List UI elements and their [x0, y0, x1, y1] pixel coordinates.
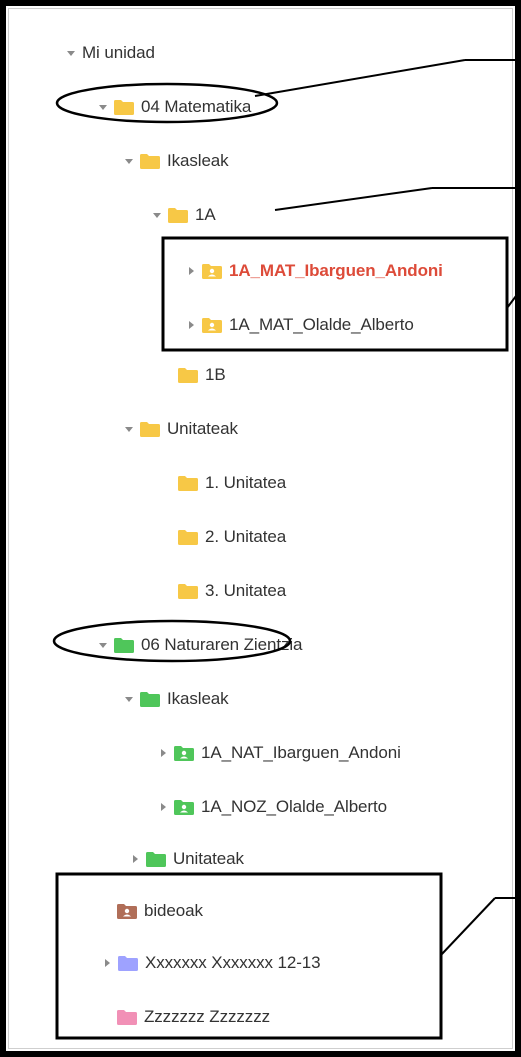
- tree-item-ikasleak-nat[interactable]: Ikasleak: [124, 686, 229, 712]
- collapsed-arrow-icon[interactable]: [186, 320, 196, 330]
- expanded-arrow-icon[interactable]: [124, 424, 134, 434]
- tree-item-1a-nat-ibarguen-andoni[interactable]: 1A_NAT_Ibarguen_Andoni: [158, 740, 401, 766]
- tree-item-label: Ikasleak: [167, 151, 229, 170]
- tree-item-label: 1A_MAT_Ibarguen_Andoni: [229, 261, 443, 280]
- shared-green-folder-icon: [174, 745, 194, 761]
- pink-folder-icon: [117, 1009, 137, 1025]
- tree-item-label: 1A_NAT_Ibarguen_Andoni: [201, 743, 401, 762]
- tree-item-mi-unidad[interactable]: Mi unidad: [66, 40, 155, 66]
- purple-folder-icon: [118, 955, 138, 971]
- yellow-folder-icon: [178, 529, 198, 545]
- expanded-arrow-icon[interactable]: [98, 640, 108, 650]
- tree-item-label: 1A_MAT_Olalde_Alberto: [229, 315, 414, 334]
- shared-brown-folder-icon: [117, 903, 137, 919]
- green-folder-icon: [114, 637, 134, 653]
- tree-item-label: Ikasleak: [167, 689, 229, 708]
- tree-item-label: bideoak: [144, 901, 203, 920]
- tree-item-label: Zzzzzzz Zzzzzzz: [144, 1007, 270, 1026]
- tree-item-1a-noz-olalde-alberto[interactable]: 1A_NOZ_Olalde_Alberto: [158, 794, 387, 820]
- tree-item-label: 1. Unitatea: [205, 473, 287, 492]
- tree-item-label: Unitateak: [167, 419, 238, 438]
- tree-item-unitateak-nat[interactable]: Unitateak: [130, 846, 244, 872]
- tree-item-label: 04 Matematika: [141, 97, 252, 116]
- tree-item-label: Unitateak: [173, 849, 244, 868]
- green-folder-icon: [140, 691, 160, 707]
- tree-item-zzzzzzz[interactable]: Zzzzzzz Zzzzzzz: [117, 1004, 270, 1030]
- collapsed-arrow-icon[interactable]: [158, 748, 168, 758]
- expanded-arrow-icon[interactable]: [152, 210, 162, 220]
- expanded-arrow-icon[interactable]: [124, 156, 134, 166]
- tree-item-ikasleak[interactable]: Ikasleak: [124, 148, 229, 174]
- tree-item-label: Xxxxxxx Xxxxxxx 12-13: [145, 953, 321, 972]
- expanded-arrow-icon[interactable]: [66, 48, 76, 58]
- tree-item-xxxxxxx[interactable]: Xxxxxxx Xxxxxxx 12-13: [102, 950, 321, 976]
- tree-item-1a-mat-olalde-alberto[interactable]: 1A_MAT_Olalde_Alberto: [186, 312, 414, 338]
- tree-item-1b[interactable]: 1B: [162, 362, 226, 388]
- yellow-folder-icon: [140, 153, 160, 169]
- expanded-arrow-icon[interactable]: [124, 694, 134, 704]
- tree-item-04-matematika[interactable]: 04 Matematika: [98, 94, 251, 120]
- tree-item-unitatea-3[interactable]: 3. Unitatea: [162, 578, 286, 604]
- yellow-folder-icon: [178, 475, 198, 491]
- tree-item-label: 06 Naturaren Zientzia: [141, 635, 303, 654]
- tree-item-label: 1A: [195, 205, 216, 224]
- yellow-folder-icon: [140, 421, 160, 437]
- tree-item-label: 3. Unitatea: [205, 581, 287, 600]
- collapsed-arrow-icon[interactable]: [130, 854, 140, 864]
- tree-item-unitateak[interactable]: Unitateak: [124, 416, 238, 442]
- collapsed-arrow-icon[interactable]: [102, 958, 112, 968]
- tree-item-label: 2. Unitatea: [205, 527, 287, 546]
- expanded-arrow-icon[interactable]: [98, 102, 108, 112]
- tree-item-bideoak[interactable]: bideoak: [117, 898, 203, 924]
- shared-yellow-folder-icon: [202, 317, 222, 333]
- tree-item-label: 1B: [205, 365, 226, 384]
- tree-item-06-naturaren-zientzia[interactable]: 06 Naturaren Zientzia: [98, 632, 302, 658]
- yellow-folder-icon: [178, 583, 198, 599]
- tree-item-label: Mi unidad: [82, 43, 155, 62]
- tree-item-unitatea-2[interactable]: 2. Unitatea: [162, 524, 286, 550]
- tree-item-1a-mat-ibarguen-andoni[interactable]: 1A_MAT_Ibarguen_Andoni: [186, 258, 512, 284]
- green-folder-icon: [146, 851, 166, 867]
- yellow-folder-icon: [114, 99, 134, 115]
- yellow-folder-icon: [168, 207, 188, 223]
- tree-item-1a[interactable]: 1A: [152, 202, 216, 228]
- shared-green-folder-icon: [174, 799, 194, 815]
- collapsed-arrow-icon[interactable]: [158, 802, 168, 812]
- tree-item-unitatea-1[interactable]: 1. Unitatea: [162, 470, 286, 496]
- tree-item-label: 1A_NOZ_Olalde_Alberto: [201, 797, 387, 816]
- drive-folder-tree-panel: Mi unidad 04 Matematika Ikasleak 1A 1A_M…: [0, 0, 521, 1057]
- yellow-folder-icon: [178, 367, 198, 383]
- collapsed-arrow-icon[interactable]: [186, 266, 196, 276]
- shared-yellow-folder-icon: [202, 263, 222, 279]
